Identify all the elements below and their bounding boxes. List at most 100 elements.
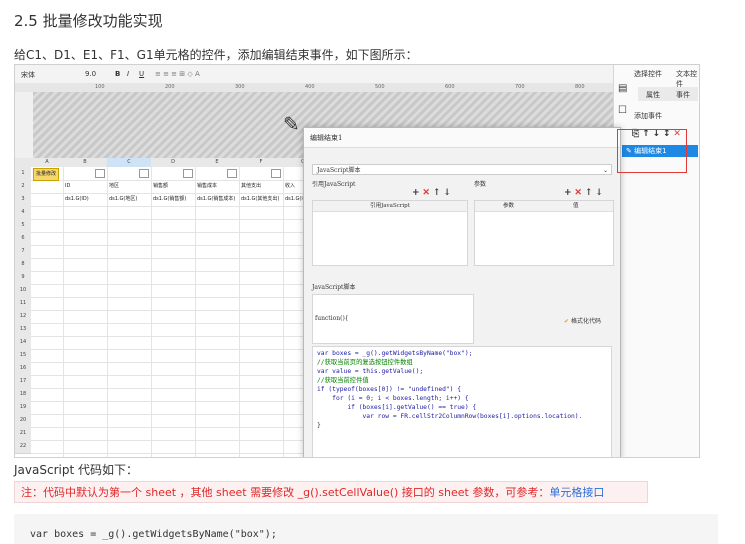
row-header[interactable]: 19 [15,401,31,415]
row-header[interactable]: 16 [15,362,31,376]
column-header[interactable]: B [63,158,108,167]
row-header[interactable]: 20 [15,414,31,428]
grid-cell[interactable]: 收入 [285,181,295,192]
arrow-up-icon[interactable]: ↑ [585,188,593,198]
delete-icon[interactable]: ✕ [422,188,430,198]
row-header[interactable]: 11 [15,297,31,311]
grid-cell[interactable]: ds1.G(销售成本) [197,194,235,205]
params-toolbar: + ✕ ↑ ↓ [564,188,603,198]
dialog-title: 编辑结束1 [304,128,620,148]
subtabs: 属性 事件 [638,87,698,101]
row-header[interactable]: 6 [15,232,31,246]
tab-properties[interactable]: 属性 [646,90,660,100]
batch-edit-button[interactable]: 批量修改 [33,168,60,181]
code-line: if (boxes[i].getValue() == true) { [317,404,477,411]
italic-button[interactable]: I [127,70,129,78]
checkbox-widget[interactable] [183,169,193,178]
ruler-tick: 700 [515,84,525,90]
checkbox-icon[interactable]: ☐ [618,105,627,116]
format-code-button[interactable]: ✔ 格式化代码 [564,316,601,325]
row-header[interactable]: 2 [15,180,31,194]
grid-cell[interactable]: 销售成本 [197,181,217,192]
row-header[interactable]: 7 [15,245,31,259]
column-header[interactable]: F [239,158,284,167]
column-header[interactable]: E [195,158,240,167]
ref-js-table[interactable]: 引用JavaScript [312,200,468,266]
chevron-down-icon: ⌄ [602,167,608,174]
tab-text-widget[interactable]: 文本控件 [676,69,699,89]
row-header[interactable]: 13 [15,323,31,337]
grid-line [31,206,321,207]
grid-cell[interactable]: ds1.G(ID) [65,194,89,205]
row-header[interactable]: 12 [15,310,31,324]
grid-line [31,258,321,259]
code-line: if (typeof(boxes[0]) != "undefined") { [317,386,462,393]
arrow-up-icon[interactable]: ↑ [433,188,441,198]
grid-cell[interactable]: 销售额 [153,181,168,192]
arrow-down-icon[interactable]: ↓ [595,188,603,198]
row-header[interactable]: 22 [15,440,31,454]
row-header[interactable]: 1 [15,167,31,181]
row-header[interactable]: 14 [15,336,31,350]
code-line-1: var boxes = _g().getWidgetsByName("box")… [30,529,277,540]
row-header[interactable]: 18 [15,388,31,402]
grid-cell[interactable]: ID [65,181,70,192]
grid-cell[interactable]: 其他支出 [241,181,261,192]
grid-line [31,245,321,246]
column-header[interactable]: A [31,158,64,167]
row-header[interactable]: 4 [15,206,31,220]
grid-line [31,297,321,298]
grid-line [31,414,321,415]
params-table[interactable]: 参数 值 [474,200,614,266]
arrow-down-icon[interactable]: ↓ [443,188,451,198]
row-header[interactable]: 8 [15,258,31,272]
row-header[interactable]: 3 [15,193,31,207]
grid-cell[interactable]: 地区 [109,181,119,192]
row-header[interactable]: 21 [15,427,31,441]
column-header[interactable]: C [107,158,152,167]
checkbox-widget[interactable] [227,169,237,178]
code-block: var boxes = _g().getWidgetsByName("box")… [14,514,718,544]
row-header[interactable]: 9 [15,271,31,285]
grid-corner[interactable] [15,158,32,167]
note-text: 注：代码中默认为第一个 sheet ，其他 sheet 需要修改 _g().se… [21,486,550,499]
checkbox-widget[interactable] [139,169,149,178]
event-dialog: 编辑结束1 JavaScript脚本 ⌄ 引用JavaScript 参数 + ✕… [303,127,621,457]
checkbox-widget[interactable] [95,169,105,178]
widget-icon[interactable]: ▤ [618,83,627,94]
row-header[interactable]: 15 [15,349,31,363]
grid-line [31,440,321,441]
embedded-screenshot: 宋体 9.0 B I U ≡ ≡ ≡ ⊞ ◇ A 100 200 300 400… [14,64,700,458]
row-header[interactable]: 10 [15,284,31,298]
param-col-header: 参数 [503,203,515,209]
cell-api-link[interactable]: 单元格接口 [549,486,604,499]
bold-button[interactable]: B [115,70,120,78]
wand-icon: ✔ [564,318,570,325]
tab-select-widget[interactable]: 选择控件 [634,69,662,79]
grid-line [31,336,321,337]
code-editor[interactable]: var boxes = _g().getWidgetsByName("box")… [312,346,612,457]
checkbox-widget[interactable] [271,169,281,178]
js-script-label: JavaScript脚本 [312,284,356,291]
add-icon[interactable]: + [564,188,572,198]
font-name-select[interactable]: 宋体 [21,70,35,80]
grid-cell[interactable]: ds1.G(地区) [109,194,137,205]
delete-icon[interactable]: ✕ [574,188,582,198]
note-box: 注：代码中默认为第一个 sheet ，其他 sheet 需要修改 _g().se… [14,481,648,503]
column-header[interactable]: D [151,158,196,167]
add-icon[interactable]: + [412,188,420,198]
align-icons[interactable]: ≡ ≡ ≡ ⊞ ◇ A [155,70,200,78]
grid-line [31,232,321,233]
tab-events[interactable]: 事件 [676,90,690,100]
font-size-select[interactable]: 9.0 [85,70,96,78]
row-header[interactable]: 5 [15,219,31,233]
ruler-tick: 200 [165,84,175,90]
grid-line [31,362,321,363]
grid-cell[interactable]: ds1.G(其他支出) [241,194,279,205]
function-header: function(){ [312,294,474,344]
script-type-select[interactable]: JavaScript脚本 ⌄ [312,164,612,175]
grid-cell[interactable]: ds1.G(销售额) [153,194,186,205]
eye-hidden-icon[interactable]: ✎ [283,112,300,136]
underline-button[interactable]: U [139,70,144,78]
row-header[interactable]: 17 [15,375,31,389]
